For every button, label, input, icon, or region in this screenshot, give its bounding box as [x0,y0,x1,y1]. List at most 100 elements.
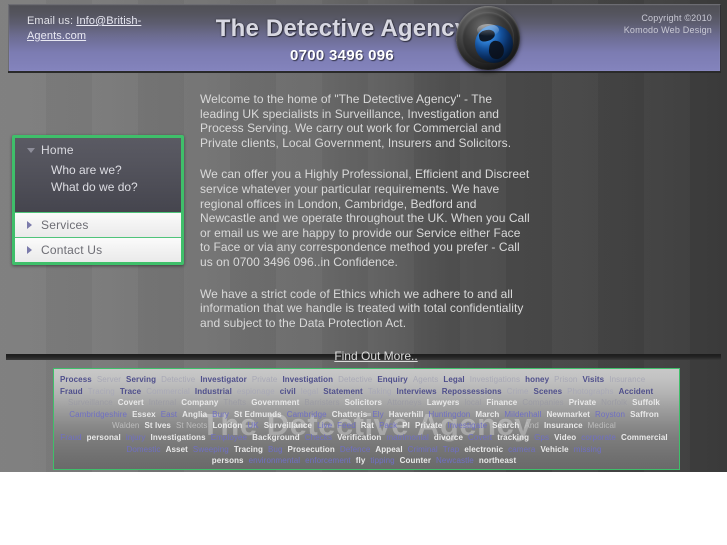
tag-link[interactable]: Defence [340,444,371,456]
tag-link[interactable]: Rat [361,420,374,432]
tag-link[interactable]: Serving [126,374,156,386]
tag-link[interactable]: injury [126,432,146,444]
tag-link[interactable]: UK [247,420,258,432]
tag-link[interactable]: Detective [338,374,372,386]
tag-link[interactable]: Legal [443,374,464,386]
tag-link[interactable]: Asset [166,444,188,456]
sidebar-subitem-who-are-we[interactable]: Who are we? [15,162,181,179]
tag-link[interactable]: London [212,420,242,432]
tag-link[interactable]: Investigation [282,374,333,386]
tag-link[interactable]: Search [492,420,519,432]
tag-link[interactable]: Investigator [200,374,247,386]
tag-link[interactable]: Background [252,432,300,444]
tag-link[interactable]: Fraud [60,386,83,398]
tag-link[interactable]: East [161,409,177,421]
tag-link[interactable]: Covert [468,432,492,444]
tag-link[interactable]: Mildenhall [504,409,541,421]
tag-link[interactable]: Insurance [544,420,583,432]
tag-link[interactable]: Cambridge [287,409,327,421]
tag-link[interactable]: Ely [372,409,383,421]
tag-link[interactable]: Surveillance [68,397,113,409]
tag-link[interactable]: Government [251,397,299,409]
tag-link[interactable]: Feed [337,420,356,432]
tag-link[interactable]: Suffolk [632,397,660,409]
tag-link[interactable]: tipping [370,455,394,467]
tag-link[interactable]: Live [317,420,332,432]
tag-link[interactable]: Insurance [609,374,645,386]
tag-link[interactable]: environmental [249,455,301,467]
tag-link[interactable]: Process [60,374,92,386]
tag-link[interactable]: Company [181,397,218,409]
tag-link[interactable]: Tracing [88,386,115,398]
tag-link[interactable]: personal [87,432,121,444]
tag-link[interactable]: Gps [534,432,549,444]
sidebar-item-services[interactable]: Services [15,212,181,237]
tag-link[interactable]: northeast [479,455,516,467]
tag-link[interactable]: Counter [400,455,431,467]
tag-link[interactable]: Employee [211,432,247,444]
tag-link[interactable]: Finance [486,397,517,409]
tag-link[interactable]: Pl [402,420,410,432]
tag-link[interactable]: Sweeping [193,444,229,456]
tag-link[interactable]: Haverhill [389,409,424,421]
tag-link[interactable]: Saffron [630,409,659,421]
tag-link[interactable]: St Ives [144,420,171,432]
tag-link[interactable]: electronic [464,444,503,456]
tag-link[interactable]: Chatteris [332,409,368,421]
tag-link[interactable]: Commercial [621,432,668,444]
tag-link[interactable]: Domestic [126,444,160,456]
tag-link[interactable]: Statement [323,386,363,398]
tag-link[interactable]: missing [574,444,602,456]
tag-link[interactable]: tracking [497,432,529,444]
find-out-more-link[interactable]: Find Out More.. [334,349,417,363]
tag-link[interactable]: Prosecution [288,444,335,456]
tag-link[interactable]: Bury [212,409,229,421]
tag-link[interactable]: Newcastle [436,455,474,467]
tag-link[interactable]: Video [554,432,576,444]
tag-link[interactable]: Criminal [408,444,438,456]
tag-link[interactable]: persons [212,455,244,467]
tag-link[interactable]: St Edmunds [234,409,282,421]
tag-link[interactable]: Solicitors [345,397,382,409]
tag-link[interactable]: espionage [237,386,275,398]
tag-link[interactable]: Norfolk [601,397,627,409]
tag-link[interactable]: Investigate [447,420,487,432]
tag-link[interactable]: Private [415,420,442,432]
tag-link[interactable]: Fraud [60,432,81,444]
tag-link[interactable]: Photographs [567,386,613,398]
tag-link[interactable]: Covert [118,397,144,409]
tag-link[interactable]: Prison [554,374,577,386]
sidebar-item-home[interactable]: Home [15,138,181,162]
tag-link[interactable]: local [464,397,481,409]
tag-link[interactable]: Verification [337,432,381,444]
tag-link[interactable]: Checks [305,432,332,444]
tag-link[interactable]: camera [508,444,535,456]
tag-link[interactable]: And [524,420,539,432]
tag-link[interactable]: legal [301,386,318,398]
tag-link[interactable]: Barristers [304,397,339,409]
tag-link[interactable]: civil [280,386,296,398]
tag-link[interactable]: March [475,409,499,421]
tag-link[interactable]: corporate [581,432,616,444]
tag-link[interactable]: Internal [149,397,176,409]
tag-link[interactable]: Walden [112,420,139,432]
tag-link[interactable]: Server [97,374,121,386]
tag-link[interactable]: Trace [120,386,141,398]
tag-link[interactable]: Investigations [151,432,206,444]
tag-link[interactable]: Pack [379,420,397,432]
tag-link[interactable]: Enquiry [377,374,407,386]
tag-link[interactable]: Companies [522,397,563,409]
tag-link[interactable]: Taking [368,386,392,398]
tag-link[interactable]: Anglia [182,409,207,421]
tag-link[interactable]: Repossessions [442,386,502,398]
tag-link[interactable]: Attorneys [387,397,422,409]
tag-link[interactable]: Vehicle [540,444,568,456]
tag-link[interactable]: St Neots [176,420,207,432]
tag-link[interactable]: Essex [132,409,156,421]
tag-link[interactable]: Medical [588,420,616,432]
tag-link[interactable]: Tracing [234,444,263,456]
tag-link[interactable]: Surveillance [264,420,312,432]
tag-link[interactable]: enforcement [305,455,351,467]
tag-link[interactable]: Visits [582,374,604,386]
tag-link[interactable]: Appeal [375,444,402,456]
